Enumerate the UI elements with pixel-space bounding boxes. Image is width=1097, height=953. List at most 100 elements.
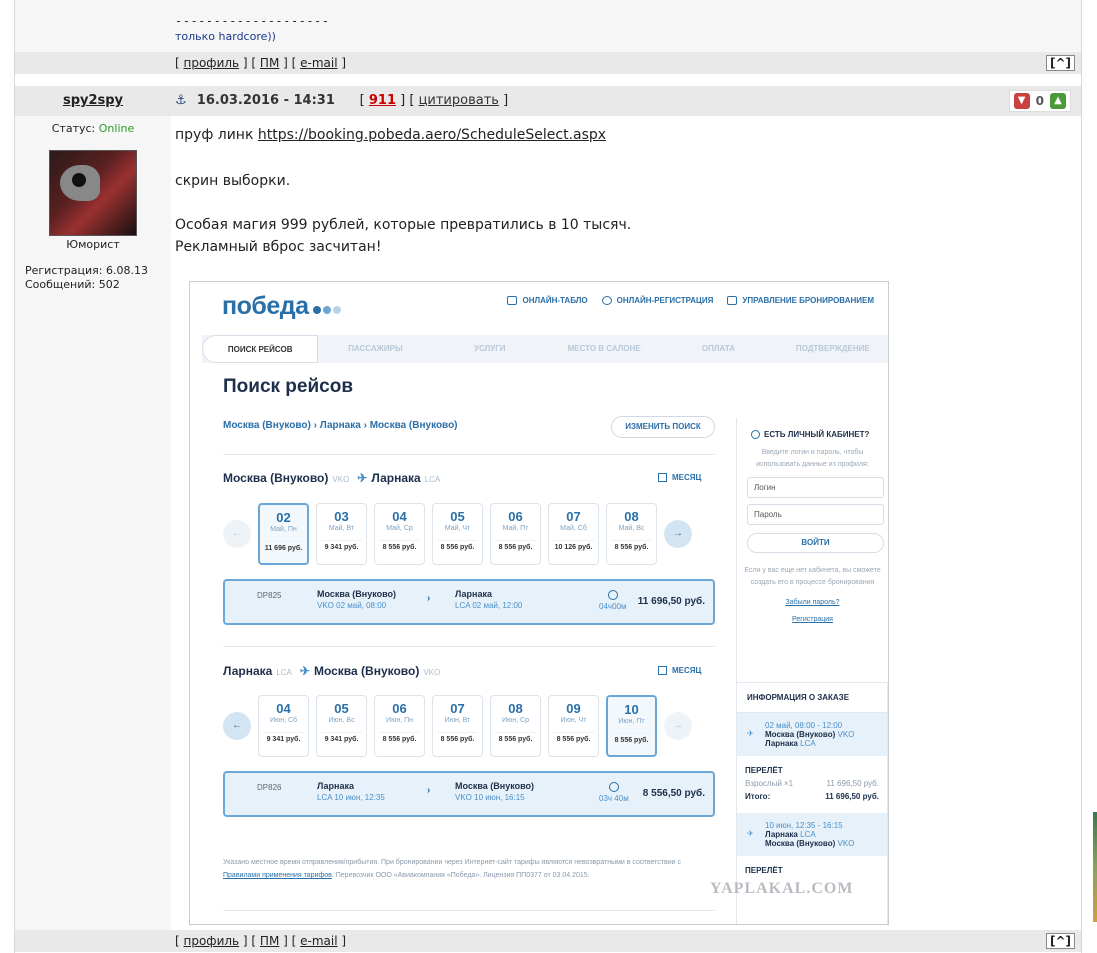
day-option: 06 Май, Пт 8 556 руб. xyxy=(490,503,541,565)
day-number: 06 xyxy=(508,509,523,524)
scroll-top-button[interactable]: [^] xyxy=(1045,933,1075,949)
post-text: пруф линк xyxy=(175,127,258,143)
register-link: Регистрация xyxy=(792,616,833,624)
arrow-right-icon: → xyxy=(664,520,692,548)
email-link[interactable]: e-mail xyxy=(300,934,337,948)
order-adult-row: Взрослый ×1 11 696,50 руб. xyxy=(745,779,879,788)
day-option: 02 Май, Пн 11 696 руб. xyxy=(258,503,309,565)
author-status: Статус: Online xyxy=(15,122,171,135)
monitor-icon xyxy=(507,296,518,306)
day-option: 05 Июн, Вс 9 341 руб. xyxy=(316,695,367,757)
scroll-top-button[interactable]: [^] xyxy=(1045,55,1075,71)
booking-steps: ПОИСК РЕЙСОВ ПАССАЖИРЫ УСЛУГИ МЕСТО В СА… xyxy=(202,335,888,363)
day-price: 11 696 руб. xyxy=(264,541,303,552)
day-number: 07 xyxy=(566,509,581,524)
profile-link[interactable]: профиль xyxy=(184,934,240,948)
avatar[interactable] xyxy=(49,150,137,236)
fare-rules-link: Правилами применения тарифов xyxy=(223,872,332,879)
day-weekday: Май, Ср xyxy=(386,525,413,532)
step-payment: ОПЛАТА xyxy=(701,344,736,353)
order-flight-label-2: ПЕРЕЛЁТ xyxy=(745,866,783,875)
calendar-icon xyxy=(658,666,667,676)
forum-thread: -------------------- только hardcore)) [… xyxy=(14,0,1082,953)
avatar-detail xyxy=(72,173,86,187)
right-sidebar-image[interactable] xyxy=(1093,812,1097,922)
previous-post-signature: -------------------- только hardcore)) xyxy=(15,0,1081,52)
vote-widget: ▼ 0 ▲ xyxy=(1008,90,1071,112)
day-price: 8 556 руб. xyxy=(611,540,652,551)
signature-text: только hardcore)) xyxy=(175,30,276,43)
day-price: 8 556 руб. xyxy=(495,540,536,551)
day-weekday: Май, Вт xyxy=(328,525,355,532)
list-icon xyxy=(727,296,738,306)
day-option: 06 Июн, Пн 8 556 руб. xyxy=(374,695,425,757)
order-segment-2: ✈ 10 июн, 12:35 - 16:15 Ларнака LCA Моск… xyxy=(737,813,887,856)
pobeda-logo: победа xyxy=(222,292,341,321)
day-weekday: Июн, Пн xyxy=(386,717,413,724)
inbound-flight-card: DP826 Ларнака LCA 10 июн, 12:35 › Москва … xyxy=(223,771,715,817)
proof-link[interactable]: https://booking.pobeda.aero/ScheduleSele… xyxy=(258,127,606,143)
site-watermark: YAPLAKAL.COM xyxy=(710,880,854,897)
email-link[interactable]: e-mail xyxy=(300,56,337,70)
day-option: 07 Май, Сб 10 126 руб. xyxy=(548,503,599,565)
arrow-left-icon: ← xyxy=(223,520,251,548)
author-name[interactable]: spy2spy xyxy=(15,93,171,108)
post-date: 16.03.2016 - 14:31 xyxy=(196,93,335,108)
status-label: Статус: xyxy=(51,122,96,135)
arrow-left-icon: ← xyxy=(223,712,251,740)
day-number: 03 xyxy=(334,509,349,524)
profile-link[interactable]: профиль xyxy=(184,56,240,70)
previous-post-footer: [ профиль ] [ ПМ ] [ e-mail ] [^] xyxy=(15,52,1081,74)
plane-icon: ✈ xyxy=(357,471,368,485)
right-sidebar-strip xyxy=(1084,0,1097,953)
chevron-right-icon: › xyxy=(427,785,431,796)
login-title: ЕСТЬ ЛИЧНЫЙ КАБИНЕТ? xyxy=(751,430,888,440)
quote-link[interactable]: цитировать xyxy=(419,93,499,108)
top-links: ОНЛАЙН-ТАБЛО ОНЛАЙН-РЕГИСТРАЦИЯ УПРАВЛЕН… xyxy=(507,296,874,306)
day-option: 08 Июн, Ср 8 556 руб. xyxy=(490,695,541,757)
embedded-screenshot[interactable]: победа ОНЛАЙН-ТАБЛО ОНЛАЙН-РЕГИСТРАЦИЯ У… xyxy=(189,281,889,925)
clock-icon xyxy=(607,590,618,600)
day-weekday: Июн, Чт xyxy=(560,717,587,724)
login-field: Логин xyxy=(747,477,884,499)
day-weekday: Июн, Вс xyxy=(328,717,355,724)
day-option: 04 Июн, Сб 9 341 руб. xyxy=(258,695,309,757)
step-services: УСЛУГИ xyxy=(474,344,506,353)
pm-link[interactable]: ПМ xyxy=(260,934,279,948)
post-line-3: Особая магия 999 рублей, которые преврат… xyxy=(175,217,632,233)
online-board-link: ОНЛАЙН-ТАБЛО xyxy=(507,296,588,306)
vote-count: 0 xyxy=(1035,94,1044,108)
password-field: Пароль xyxy=(747,504,884,526)
outbound-day-picker: ← 02 Май, Пн 11 696 руб. 03 Май, Вт 9 341 руб.… xyxy=(223,503,692,565)
day-number: 04 xyxy=(392,509,407,524)
month-toggle: МЕСЯЦ xyxy=(658,666,701,676)
day-weekday: Май, Сб xyxy=(560,525,587,532)
inbound-day-picker: ← 04 Июн, Сб 9 341 руб. 05 Июн, Вс 9 341 руб. 0… xyxy=(223,695,692,757)
plane-icon: ✈ xyxy=(299,664,310,678)
anchor-icon[interactable]: ⚓ xyxy=(175,93,187,108)
thumbs-up-icon[interactable]: ▲ xyxy=(1050,93,1066,109)
day-number: 10 xyxy=(624,702,639,717)
day-weekday: Май, Пн xyxy=(270,526,297,533)
flight-price: 11 696,50 руб. xyxy=(637,596,705,607)
plane-icon: ✈ xyxy=(747,729,754,738)
registration-date: Регистрация: 6.08.13 xyxy=(25,264,148,277)
check-icon xyxy=(601,296,612,306)
fare-disclaimer: Указано местное время отправления/прибыт… xyxy=(223,859,681,879)
day-price: 8 556 руб. xyxy=(379,732,420,743)
flight-number: DP825 xyxy=(257,591,282,600)
post-rating[interactable]: 911 xyxy=(369,93,396,108)
post-body: пруф линк https://booking.pobeda.aero/Sc… xyxy=(175,116,1081,930)
day-price: 8 556 руб. xyxy=(437,732,478,743)
divider xyxy=(223,910,715,911)
logo-text: победа xyxy=(222,292,309,320)
online-checkin-link: ОНЛАЙН-РЕГИСТРАЦИЯ xyxy=(601,296,713,306)
post-meta: ⚓ 16.03.2016 - 14:31 [ 911 ] [ цитироват… xyxy=(175,93,509,108)
pm-link[interactable]: ПМ xyxy=(260,56,279,70)
day-number: 07 xyxy=(450,701,465,716)
day-weekday: Май, Вс xyxy=(618,525,645,532)
thumbs-down-icon[interactable]: ▼ xyxy=(1013,93,1030,109)
day-number: 08 xyxy=(508,701,523,716)
order-title: ИНФОРМАЦИЯ О ЗАКАЗЕ xyxy=(737,683,887,713)
step-seat: МЕСТО В САЛОНЕ xyxy=(567,344,641,353)
